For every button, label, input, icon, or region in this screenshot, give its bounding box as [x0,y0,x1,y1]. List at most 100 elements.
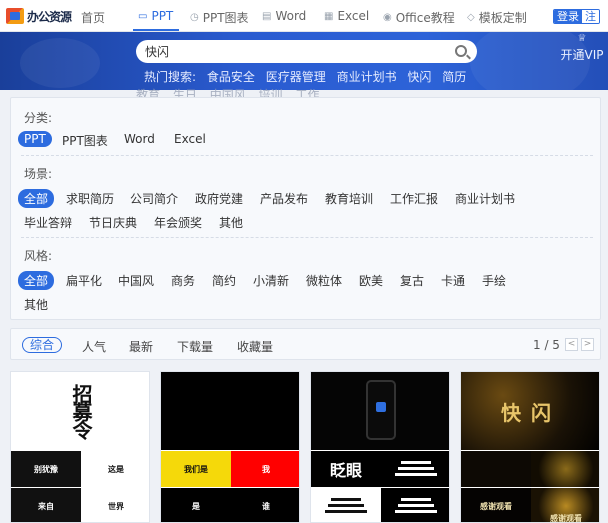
template-card[interactable]: 快闪 感谢观看 感谢观看 [460,371,600,523]
sort-option-downloads[interactable]: 下载量 [177,338,213,355]
sort-bar: 综合 人气 最新 下载量 收藏量 1 / 5 < > [10,328,601,360]
filter-option[interactable]: 毕业答辩 [24,214,72,231]
template-card[interactable]: 眨眼 [310,371,450,523]
search-input[interactable] [145,44,445,59]
nav-custom[interactable]: ◇ 模板定制 [467,9,527,26]
filter-option-ppt-chart[interactable]: PPT图表 [62,132,108,149]
filter-option[interactable]: 产品发布 [260,190,308,207]
nav-custom-label: 模板定制 [478,11,527,25]
template-thumbnail: 招募令 [11,372,149,450]
login-register[interactable]: 登录 注 [553,9,600,24]
filter-option-word[interactable]: Word [124,132,155,146]
filter-panel: 分类: PPT PPT图表 Word Excel 场景: 全部 求职简历 公司简… [10,97,601,320]
template-thumbnail [161,372,299,450]
thumbnail-tile [311,488,381,522]
thumbnail-title: 快闪 [501,400,561,425]
filter-option[interactable]: 其他 [219,214,243,231]
filter-option[interactable]: 微粒体 [306,272,342,289]
logo-text: 办公资源 [27,9,72,24]
filter-option[interactable]: 工作汇报 [390,190,438,207]
search-icon[interactable] [455,45,467,57]
thumbnail-tile: 是 [161,488,231,522]
nav-ppt-chart[interactable]: ◷ PPT图表 [190,9,249,26]
filter-option[interactable]: 中国风 [118,272,154,289]
divider [21,155,593,156]
sort-option-comprehensive[interactable]: 综合 [22,337,63,353]
open-vip-label: 开通VIP [560,48,604,62]
clock-icon: ◷ [190,12,199,23]
filter-option[interactable]: 公司简介 [130,190,178,207]
filter-option[interactable]: 教育培训 [325,190,373,207]
nav-active-underline [133,29,179,31]
filter-option[interactable]: 简约 [212,272,236,289]
thumbnail-tile: 来自 [11,488,81,522]
hot-search-term[interactable]: 简历 [442,70,466,84]
filter-option[interactable]: 政府党建 [195,190,243,207]
hot-search-term[interactable]: 医疗器管理 [266,70,326,84]
hot-search-term[interactable]: 快闪 [407,70,431,84]
nav-excel[interactable]: ▦ Excel [324,9,369,23]
filter-option[interactable]: 节日庆典 [89,214,137,231]
thumbnail-tile [381,451,449,487]
template-card[interactable]: 我们是 我 是 谁 [160,371,300,523]
filter-option[interactable]: 手绘 [482,272,506,289]
template-card[interactable]: 招募令 别犹豫 这是 来自 世界 [10,371,150,523]
filter-option[interactable]: 欧美 [359,272,383,289]
open-vip-button[interactable]: ♕ 开通VIP [557,33,607,63]
thumbnail-tile: 眨眼 [311,451,381,487]
presentation-icon: ▭ [138,10,148,22]
page-indicator: 1 / 5 [533,338,560,352]
next-page-button[interactable]: > [581,338,594,351]
filter-option[interactable]: 年会颁奖 [154,214,202,231]
search-box[interactable] [136,40,477,63]
nav-office-label: Office教程 [395,11,455,25]
login-button[interactable]: 登录 [554,10,582,23]
nav-office[interactable]: ◉ Office教程 [383,9,455,26]
top-nav: 办公资源 首页 ▭ PPT ◷ PPT图表 ▤ Word ▦ Excel ◉ Office… [0,0,608,32]
divider [21,237,593,238]
filter-option-ppt[interactable]: PPT [18,131,52,147]
thumbnail-tile: 这是 [81,451,149,487]
filter-option[interactable]: 卡通 [441,272,465,289]
filter-option-excel[interactable]: Excel [174,132,206,146]
filter-option-all[interactable]: 全部 [18,271,55,290]
nav-word-label: Word [275,9,307,23]
filter-option[interactable]: 小清新 [253,272,289,289]
filter-option[interactable]: 商业计划书 [455,190,515,207]
thumbnail-tile: 谁 [231,488,299,522]
site-logo[interactable]: 办公资源 [6,7,72,25]
sort-option-newest[interactable]: 最新 [129,338,153,355]
filter-option-all[interactable]: 全部 [18,189,55,208]
filter-option[interactable]: 扁平化 [66,272,102,289]
nav-home-label: 首页 [81,11,106,25]
filter-option[interactable]: 其他 [24,296,48,313]
grid-graphic [325,498,367,513]
thumbnail-tile: 感谢观看 [461,488,531,522]
nav-word[interactable]: ▤ Word [262,9,306,23]
thumbnail-title: 招募令 [69,384,93,438]
hot-search-term[interactable]: 商业计划书 [337,70,397,84]
sort-option-favorites[interactable]: 收藏量 [237,338,273,355]
nav-home[interactable]: 首页 [81,9,105,26]
sort-option-popularity[interactable]: 人气 [82,338,106,355]
grid-graphic [395,498,437,513]
filter-option[interactable]: 求职简历 [66,190,114,207]
hot-searches: 热门搜索: 食品安全 医疗器管理 商业计划书 快闪 简历 [144,68,473,85]
nav-excel-label: Excel [337,9,370,23]
diamond-icon: ◇ [467,12,475,23]
filter-option[interactable]: 商务 [171,272,195,289]
logo-icon [6,8,24,24]
word-icon: ▤ [262,10,272,22]
hot-search-term[interactable]: 食品安全 [207,70,255,84]
register-button[interactable]: 注 [582,10,599,23]
template-thumbnail: 快闪 [461,372,599,450]
filter-option[interactable]: 复古 [400,272,424,289]
prev-page-button[interactable]: < [565,338,578,351]
filter-scene-label: 场景: [24,167,53,181]
phone-screen-icon [376,402,386,412]
banner-decoration [20,38,100,88]
thumbnail-tile [461,451,531,487]
nav-ppt[interactable]: ▭ PPT [138,9,173,23]
filter-style-label: 风格: [24,249,53,263]
thumbnail-tile: 感谢观看 [531,488,599,522]
